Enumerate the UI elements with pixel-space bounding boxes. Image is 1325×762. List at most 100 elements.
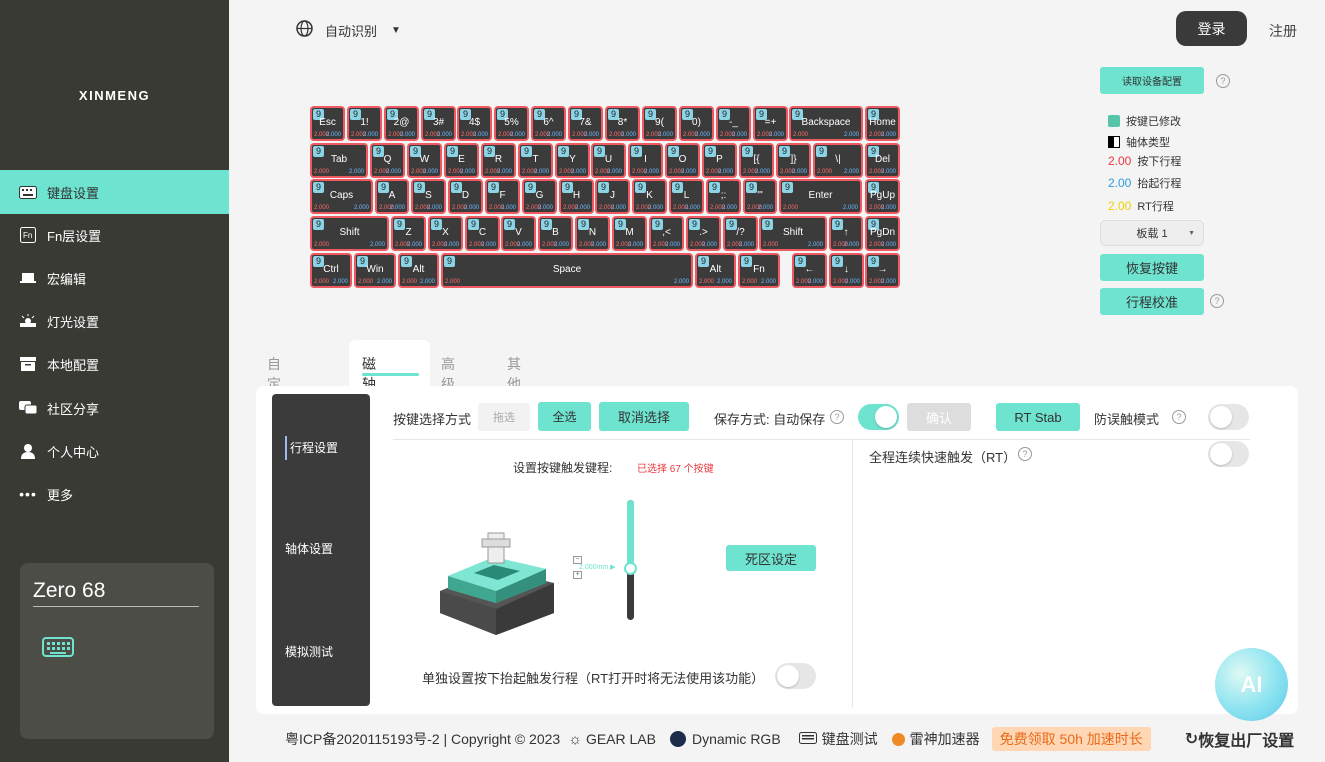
key[interactable]: 9 G 2.000 2.000 [522,179,557,214]
key[interactable]: 9 U 2.000 2.000 [591,143,626,178]
key[interactable]: 9[{2.000 2.000 [739,143,774,178]
restore-keys-button[interactable]: 恢复按键 [1100,254,1204,281]
key[interactable]: 9 ↓ 2.000 2.000 [829,253,864,288]
key[interactable]: 9 PgUp 2.000 2.000 [865,179,900,214]
sidebar-item-fn[interactable]: Fn Fn层设置 [0,213,229,257]
device-card[interactable]: Zero 68 [20,563,214,739]
help-icon[interactable]: ? [1172,410,1186,424]
key[interactable]: 9 \| 2.000 2.000 [813,143,863,178]
key[interactable]: 9]} 2.000 2.000 [776,143,811,178]
key[interactable]: 9 C 2.000 2.000 [465,216,500,251]
help-icon[interactable]: ? [1216,74,1230,88]
key[interactable]: 9 5% 2.000 2.000 [494,106,529,141]
key[interactable]: 9 N 2.000 2.000 [575,216,610,251]
calibrate-button[interactable]: 行程校准 [1100,288,1204,315]
keyboard-test-link[interactable]: 键盘测试 [822,729,878,749]
help-icon[interactable]: ? [1210,294,1224,308]
drag-select-button[interactable]: 拖选 [478,403,530,431]
key[interactable]: 9 L 2.000 2.000 [669,179,704,214]
key[interactable]: 9 Enter 2.000 2.000 [779,179,862,214]
key[interactable]: 9 V 2.000 2.000 [501,216,536,251]
key[interactable]: 9 Y 2.000 2.000 [555,143,590,178]
key[interactable]: 9 E 2.000 2.000 [444,143,479,178]
key[interactable]: 9 A 2.000 2.000 [375,179,409,214]
help-icon[interactable]: ? [830,410,844,424]
key[interactable]: 9 0) 2.000 2.000 [679,106,714,141]
key[interactable]: 9 Caps 2.000 2.000 [310,179,373,214]
key[interactable]: 9 O 2.000 2.000 [665,143,700,178]
key[interactable]: 9 Win 2.000 2.000 [354,253,396,288]
key[interactable]: 9 S 2.000 2.000 [411,179,446,214]
key[interactable]: 9 R 2.000 2.000 [481,143,516,178]
key[interactable]: 9 Backspace 2.000 2.000 [789,106,863,141]
key[interactable]: 9 Tab 2.000 2.000 [310,143,368,178]
key[interactable]: 9 Esc 2.000 2.000 [310,106,345,141]
sidebar-item-profile[interactable]: 个人中心 [0,429,229,473]
key[interactable]: 9 W 2.000 2.000 [407,143,442,178]
language-selector[interactable]: 自动识别 ▼ [296,20,401,40]
read-config-button[interactable]: 读取设备配置 [1100,67,1204,94]
key[interactable]: 9 Alt 2.000 2.000 [398,253,439,288]
key[interactable]: 9 Shift 2.000 2.000 [310,216,389,251]
dynamic-rgb-link[interactable]: Dynamic RGB [692,731,781,747]
confirm-button[interactable]: 确认 [907,403,971,431]
key[interactable]: 9 X 2.000 2.000 [428,216,463,251]
subnav-travel[interactable]: 行程设置 [290,436,338,460]
key[interactable]: 9 H 2.000 2.000 [559,179,594,214]
key[interactable]: 9 P 2.000 2.000 [702,143,737,178]
key[interactable]: 9 I 2.000 2.000 [628,143,663,178]
key[interactable]: 9 6^ 2.000 2.000 [531,106,566,141]
key[interactable]: 9 D 2.000 2.000 [448,179,483,214]
key[interactable]: 9 Home 2.000 2.000 [865,106,900,141]
key[interactable]: 9 -_ 2.000 2.000 [716,106,751,141]
auto-save-toggle[interactable] [858,404,899,430]
key[interactable]: 9/? 2.000 2.000 [723,216,758,251]
key[interactable]: 9 T 2.000 2.000 [518,143,553,178]
key[interactable]: 9 Shift 2.000 2.000 [759,216,827,251]
key[interactable]: 9 4$ 2.000 2.000 [457,106,492,141]
key[interactable]: 9 J 2.000 2.000 [595,179,630,214]
factory-reset-link[interactable]: 恢复出厂设置 [1198,727,1294,751]
key[interactable]: 9 7& 2.000 2.000 [568,106,603,141]
key[interactable]: 9 Fn 2.000 2.000 [738,253,780,288]
login-button[interactable]: 登录 [1176,11,1247,46]
subnav-switch[interactable]: 轴体设置 [285,540,333,557]
key[interactable]: 9 PgDn 2.000 2.000 [865,216,900,251]
sidebar-item-light[interactable]: 灯光设置 [0,299,229,343]
plus-button[interactable]: + [573,571,582,579]
key[interactable]: 9 Z 2.000 2.000 [391,216,426,251]
key[interactable]: 9 ↑ 2.000 2.000 [829,216,863,251]
key[interactable]: 9 '" 2.000 2.000 [743,179,777,214]
gearlab-link[interactable]: GEAR LAB [586,731,656,747]
anti-mistouch-toggle[interactable] [1208,404,1249,430]
key[interactable]: 9 Ctrl 2.000 2.000 [310,253,352,288]
leishen-link[interactable]: 雷神加速器 [910,729,980,749]
key[interactable]: 9 ← 2.000 2.000 [792,253,827,288]
help-icon[interactable]: ? [1018,447,1032,461]
travel-slider-track[interactable] [624,500,637,620]
key[interactable]: 9 Q 2.000 2.000 [370,143,405,178]
key[interactable]: 9 Del 2.000 2.000 [865,143,900,178]
sidebar-item-more[interactable]: ••• 更多 [0,472,229,516]
key[interactable]: 9 3# 2.000 2.000 [421,106,456,141]
key[interactable]: 9 =+ 2.000 2.000 [753,106,788,141]
ai-assistant-bubble[interactable]: AI [1215,648,1288,721]
key[interactable]: 9 → 2.000 2.000 [865,253,900,288]
subnav-simulate[interactable]: 模拟测试 [285,643,333,660]
select-all-button[interactable]: 全选 [538,402,591,431]
key[interactable]: 9 Space 2.000 2.000 [441,253,693,288]
key[interactable]: 9 B 2.000 2.000 [538,216,573,251]
key[interactable]: 9 M 2.000 2.000 [612,216,647,251]
key[interactable]: 9 F 2.000 2.000 [485,179,520,214]
profile-select[interactable]: 板载 1 ▼ [1100,220,1204,246]
key[interactable]: 9 .> 2.000 2.000 [686,216,721,251]
register-link[interactable]: 注册 [1269,21,1297,41]
key[interactable]: 9;: 2.000 2.000 [706,179,741,214]
key[interactable]: 9 Alt 2.000 2.000 [695,253,736,288]
full-rt-toggle[interactable] [1208,441,1249,467]
key[interactable]: 9 9(2.000 2.000 [642,106,677,141]
sidebar-item-macro[interactable]: 宏编辑 [0,256,229,300]
sidebar-item-keyboard[interactable]: 键盘设置 [0,170,229,214]
rt-stab-button[interactable]: RT Stab [996,403,1080,431]
deadzone-button[interactable]: 死区设定 [726,545,816,571]
